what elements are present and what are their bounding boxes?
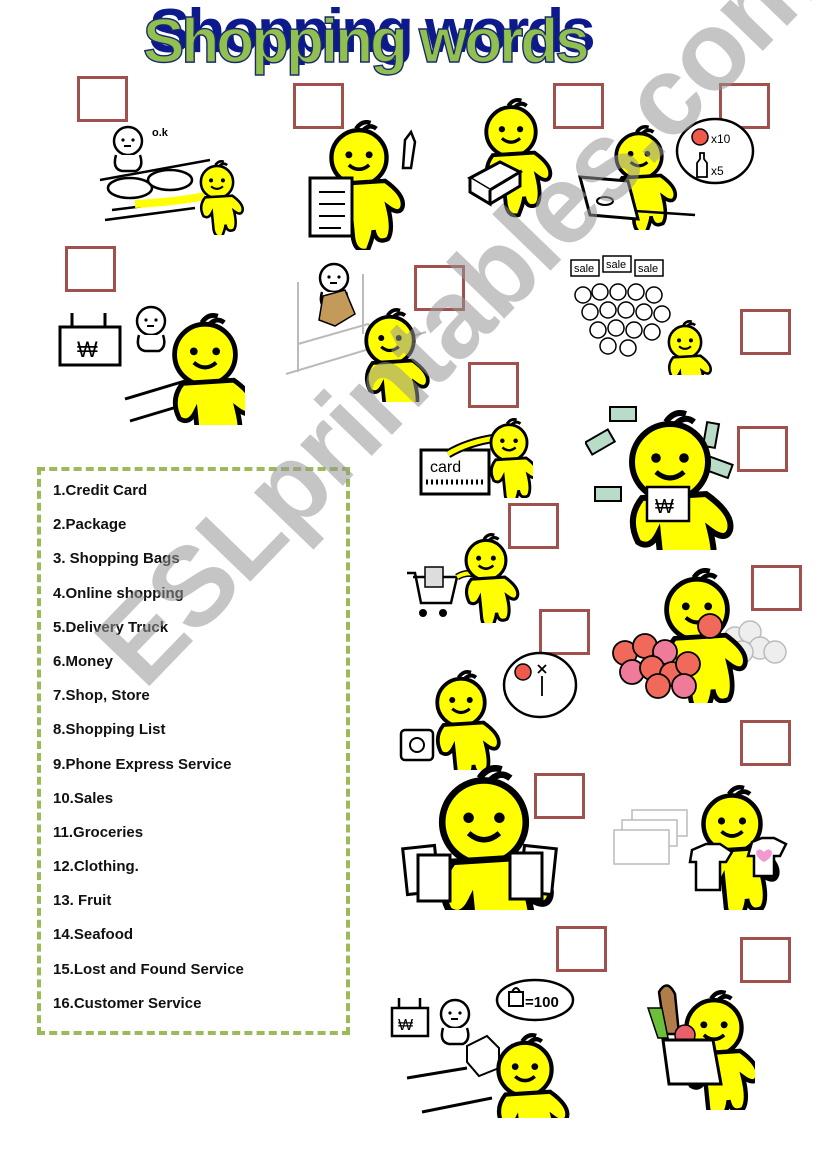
svg-text:sale: sale xyxy=(638,263,658,275)
svg-text:sale: sale xyxy=(606,259,626,271)
word-list-item: 7.Shop, Store xyxy=(53,687,150,705)
word-list-item: 9.Phone Express Service xyxy=(53,755,232,773)
shopping-list-illustration xyxy=(308,120,417,250)
credit-card-illustration: card xyxy=(419,418,533,498)
fish-icon xyxy=(106,176,154,200)
shop-counter-illustration: ₩ xyxy=(58,305,245,425)
svg-text:x10: x10 xyxy=(711,132,731,146)
svg-text:card: card xyxy=(430,459,461,476)
lost-and-found-illustration xyxy=(285,262,430,402)
answer-box[interactable] xyxy=(556,926,607,972)
word-list-item: 11.Groceries xyxy=(53,823,144,841)
answer-box[interactable] xyxy=(740,720,791,766)
paper-bag xyxy=(661,1038,723,1086)
answer-box[interactable] xyxy=(539,609,590,655)
answer-box[interactable] xyxy=(77,76,128,122)
word-list-item: 10.Sales xyxy=(53,789,114,807)
money-illustration: ₩ xyxy=(585,406,734,550)
apple-icon xyxy=(691,128,709,146)
shopping-bags-illustration xyxy=(401,765,558,910)
answer-box[interactable] xyxy=(740,937,791,983)
customer-service-illustration: ₩ =100 xyxy=(390,978,575,1118)
answer-box[interactable] xyxy=(740,309,791,355)
answer-box[interactable] xyxy=(65,246,116,292)
worksheet-title: Shopping words Shopping words xyxy=(142,0,643,78)
fruit-illustration xyxy=(612,568,787,703)
svg-text:₩: ₩ xyxy=(655,496,674,518)
groceries-cart-illustration xyxy=(407,533,520,623)
answer-box[interactable] xyxy=(737,426,788,472)
word-list-box: 1.Credit Card 2.Package 3. Shopping Bags… xyxy=(37,467,350,1035)
word-list-item: 3. Shopping Bags xyxy=(53,550,180,568)
telephone-icon xyxy=(399,728,435,762)
svg-text:x5: x5 xyxy=(711,164,724,178)
coat-icon xyxy=(318,289,356,327)
word-list-item: 6.Money xyxy=(53,652,114,670)
ok-label: o.k xyxy=(152,127,169,139)
svg-text:₩: ₩ xyxy=(398,1017,413,1034)
crowd xyxy=(574,283,671,357)
word-list-item: 5.Delivery Truck xyxy=(53,618,169,636)
grocery-bag-illustration xyxy=(646,984,755,1110)
svg-text:₩: ₩ xyxy=(77,337,98,362)
word-list-item: 4.Online shopping xyxy=(53,584,184,602)
fish-icon xyxy=(146,168,194,192)
word-list-item: 15.Lost and Found Service xyxy=(53,960,244,978)
answer-box[interactable] xyxy=(468,362,519,408)
svg-text:=100: =100 xyxy=(525,994,559,1011)
word-list-item: 12.Clothing. xyxy=(53,858,139,876)
phone-express-illustration xyxy=(399,651,578,770)
word-list: 1.Credit Card 2.Package 3. Shopping Bags… xyxy=(53,479,244,1026)
word-list-item: 16.Customer Service xyxy=(53,994,202,1012)
word-list-item: 14.Seafood xyxy=(53,926,134,944)
speech-bubble xyxy=(502,651,578,719)
grey-shirts xyxy=(613,809,688,865)
word-list-item: 2.Package xyxy=(53,516,127,534)
clothing-illustration xyxy=(613,780,788,910)
seafood-counter-illustration: o.k xyxy=(99,125,244,235)
word-list-item: 1.Credit Card xyxy=(53,482,148,499)
word-list-item: 13. Fruit xyxy=(53,892,112,910)
seafood-vendor xyxy=(112,125,144,173)
word-list-item: 8.Shopping List xyxy=(53,721,166,739)
pencil-icon xyxy=(401,129,417,170)
title-text: Shopping words xyxy=(142,6,590,76)
svg-text:sale: sale xyxy=(574,263,594,275)
online-shopping-illustration: x10 x5 xyxy=(578,117,755,230)
sales-crowd-illustration: sale sale sale xyxy=(570,255,712,375)
package-illustration xyxy=(466,98,553,218)
